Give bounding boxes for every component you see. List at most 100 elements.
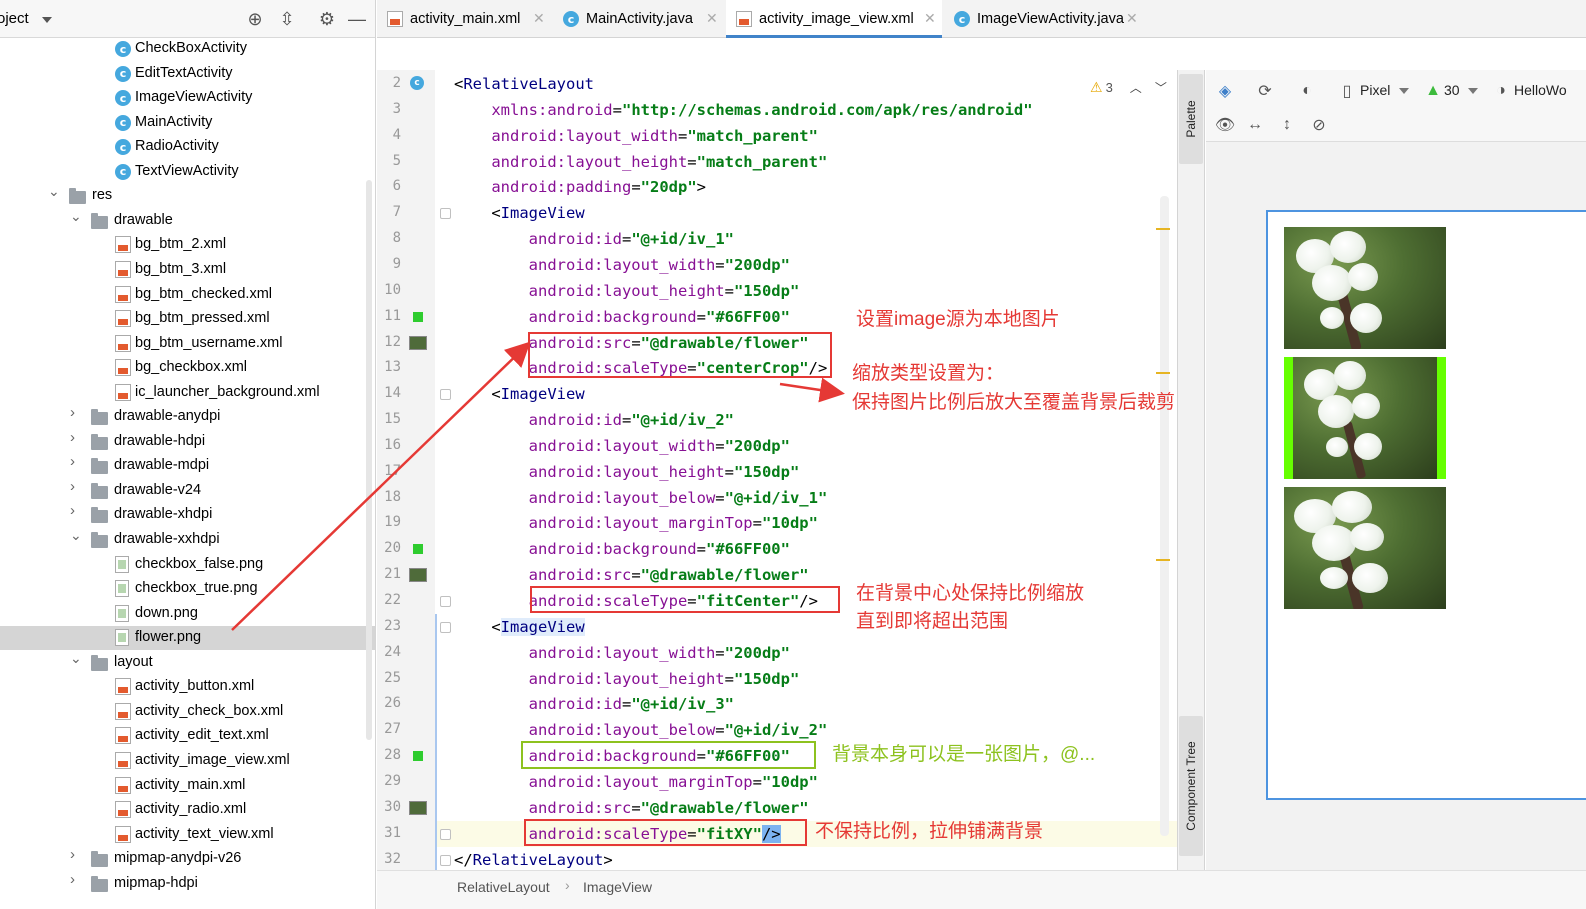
tree-item-bg-btm-pressed-xml[interactable]: bg_btm_pressed.xml [0, 307, 375, 331]
collapse-all-icon[interactable]: ⇳ [276, 8, 298, 30]
tab-activity-image-view-xml[interactable]: activity_image_view.xml ✕ [726, 0, 942, 38]
tree-item-drawable-anydpi[interactable]: › drawable-anydpi [0, 405, 375, 429]
chevron-down-icon[interactable] [42, 17, 52, 23]
device-selector[interactable]: Pixel [1360, 82, 1390, 98]
color-swatch-icon[interactable] [413, 544, 423, 555]
chevron-right-icon[interactable]: › [70, 405, 80, 420]
magnet-icon[interactable]: ⊘ [1308, 114, 1330, 136]
fold-icon[interactable] [440, 828, 451, 840]
tree-item-activity-main-xml[interactable]: activity_main.xml [0, 774, 375, 798]
expand-vertical-icon[interactable]: ↕ [1276, 114, 1298, 136]
gear-icon[interactable]: ⚙ [316, 8, 338, 30]
code-line[interactable]: xmlns:android="http://schemas.android.co… [454, 97, 1032, 123]
tree-item-activity-check-box-xml[interactable]: activity_check_box.xml [0, 700, 375, 724]
close-icon[interactable]: ✕ [706, 10, 718, 27]
api-selector[interactable]: 30 [1444, 82, 1460, 98]
image-preview-icon[interactable] [409, 335, 427, 350]
tree-item-activity-image-view-xml[interactable]: activity_image_view.xml [0, 749, 375, 773]
tree-item-ic-launcher-background-xml[interactable]: ic_launcher_background.xml [0, 381, 375, 405]
rotate-icon[interactable]: ⟳ [1254, 80, 1276, 102]
inspection-widget[interactable]: ⚠ 3 ︿ ﹀ [1090, 79, 1167, 96]
chevron-right-icon[interactable]: › [70, 872, 80, 887]
tree-item-down-png[interactable]: down.png [0, 602, 375, 626]
code-line[interactable]: android:background="#66FF00" [454, 304, 790, 330]
code-line[interactable]: android:id="@+id/iv_1" [454, 226, 734, 252]
tree-item-edittextactivity[interactable]: c EditTextActivity [0, 62, 375, 86]
fold-icon[interactable] [440, 596, 451, 607]
image-preview-icon[interactable] [409, 568, 427, 583]
code-line[interactable]: android:layout_width="200dp" [454, 252, 790, 278]
tree-item-drawable-hdpi[interactable]: › drawable-hdpi [0, 430, 375, 454]
image-view-fit-center[interactable] [1284, 357, 1446, 479]
tree-item-checkbox-true-png[interactable]: checkbox_true.png [0, 577, 375, 601]
night-mode-icon[interactable]: ◐ [1296, 80, 1318, 102]
theme-icon[interactable]: ◑ [1490, 80, 1512, 102]
code-line[interactable]: android:layout_width="200dp" [454, 433, 790, 459]
tree-item-activity-text-view-xml[interactable]: activity_text_view.xml [0, 823, 375, 847]
code-line[interactable]: android:layout_below="@+id/iv_2" [454, 717, 828, 743]
code-line[interactable]: android:layout_width="200dp" [454, 640, 790, 666]
image-preview-icon[interactable] [409, 800, 427, 815]
tree-item-bg-btm-username-xml[interactable]: bg_btm_username.xml [0, 332, 375, 356]
color-swatch-icon[interactable] [413, 311, 423, 322]
chevron-right-icon[interactable]: › [70, 454, 80, 469]
tree-item-drawable-mdpi[interactable]: › drawable-mdpi [0, 454, 375, 478]
close-icon[interactable]: ✕ [924, 10, 936, 27]
theme-selector[interactable]: HelloWo [1514, 82, 1567, 98]
code-line[interactable]: android:layout_height="150dp" [454, 666, 800, 692]
android-icon[interactable]: ▲ [1422, 80, 1444, 102]
tab-activity-main-xml[interactable]: activity_main.xml ✕ [377, 0, 551, 38]
tree-item-bg-checkbox-xml[interactable]: bg_checkbox.xml [0, 356, 375, 380]
code-line[interactable]: android:src="@drawable/flower" [454, 562, 809, 588]
layers-icon[interactable]: ◈ [1214, 80, 1236, 102]
fold-icon[interactable] [440, 854, 451, 866]
tree-item-imageviewactivity[interactable]: c ImageViewActivity [0, 86, 375, 110]
close-icon[interactable]: ✕ [533, 10, 545, 27]
code-line[interactable]: <RelativeLayout [454, 71, 594, 97]
color-swatch-icon[interactable] [413, 751, 423, 762]
editor-scrollbar[interactable] [1160, 196, 1169, 836]
expand-horizontal-icon[interactable]: ↔ [1244, 114, 1266, 136]
tree-item-drawable-xxhdpi[interactable]: ⌄ drawable-xxhdpi [0, 528, 375, 552]
code-line[interactable]: android:layout_marginTop="10dp" [454, 510, 818, 536]
tree-item-bg-btm-2-xml[interactable]: bg_btm_2.xml [0, 233, 375, 257]
image-view-fit-xy[interactable] [1284, 487, 1446, 609]
chevron-right-icon[interactable]: › [70, 430, 80, 445]
chevron-down-icon[interactable] [1468, 88, 1478, 94]
tree-item-activity-edit-text-xml[interactable]: activity_edit_text.xml [0, 724, 375, 748]
tree-item-res[interactable]: ⌄ res [0, 184, 375, 208]
tree-item-checkboxactivity[interactable]: c CheckBoxActivity [0, 37, 375, 61]
chevron-down-icon[interactable]: ⌄ [70, 209, 82, 223]
tree-item-activity-button-xml[interactable]: activity_button.xml [0, 675, 375, 699]
code-line[interactable]: android:layout_marginTop="10dp" [454, 769, 818, 795]
breadcrumb-imageview[interactable]: ImageView [583, 879, 652, 895]
code-line[interactable]: <ImageView [454, 200, 584, 226]
tree-item-layout[interactable]: ⌄ layout [0, 651, 375, 675]
code-line[interactable]: android:layout_width="match_parent" [454, 123, 818, 149]
tree-item-textviewactivity[interactable]: c TextViewActivity [0, 160, 375, 184]
code-line[interactable]: android:id="@+id/iv_2" [454, 407, 734, 433]
tree-item-bg-btm-3-xml[interactable]: bg_btm_3.xml [0, 258, 375, 282]
tab-imageviewactivity-java[interactable]: c ImageViewActivity.java ✕ [944, 0, 1144, 38]
phone-icon[interactable]: ▯ [1336, 80, 1358, 102]
chevron-right-icon[interactable]: › [70, 847, 80, 862]
code-line[interactable]: android:layout_height="150dp" [454, 459, 800, 485]
code-line[interactable]: android:padding="20dp"> [454, 174, 706, 200]
project-scrollbar[interactable] [366, 180, 372, 740]
breadcrumb-relativelayout[interactable]: RelativeLayout [457, 879, 550, 895]
close-icon[interactable]: ✕ [1126, 10, 1138, 27]
tree-item-bg-btm-checked-xml[interactable]: bg_btm_checked.xml [0, 283, 375, 307]
tree-item-activity-radio-xml[interactable]: activity_radio.xml [0, 798, 375, 822]
hide-icon[interactable]: — [346, 8, 368, 30]
tree-item-drawable[interactable]: ⌄ drawable [0, 209, 375, 233]
chevron-down-icon[interactable] [1399, 88, 1409, 94]
palette-tab[interactable]: Palette [1179, 74, 1203, 164]
code-line[interactable]: android:layout_height="match_parent" [454, 149, 827, 175]
code-line[interactable]: <ImageView [454, 614, 585, 640]
image-view-center-crop[interactable] [1284, 227, 1446, 349]
fold-icon[interactable] [440, 621, 451, 633]
chevron-down-icon[interactable]: ﹀ [1155, 79, 1167, 96]
tree-item-drawable-v24[interactable]: › drawable-v24 [0, 479, 375, 503]
chevron-down-icon[interactable]: ⌄ [70, 528, 82, 542]
tree-item-mainactivity[interactable]: c MainActivity [0, 111, 375, 135]
